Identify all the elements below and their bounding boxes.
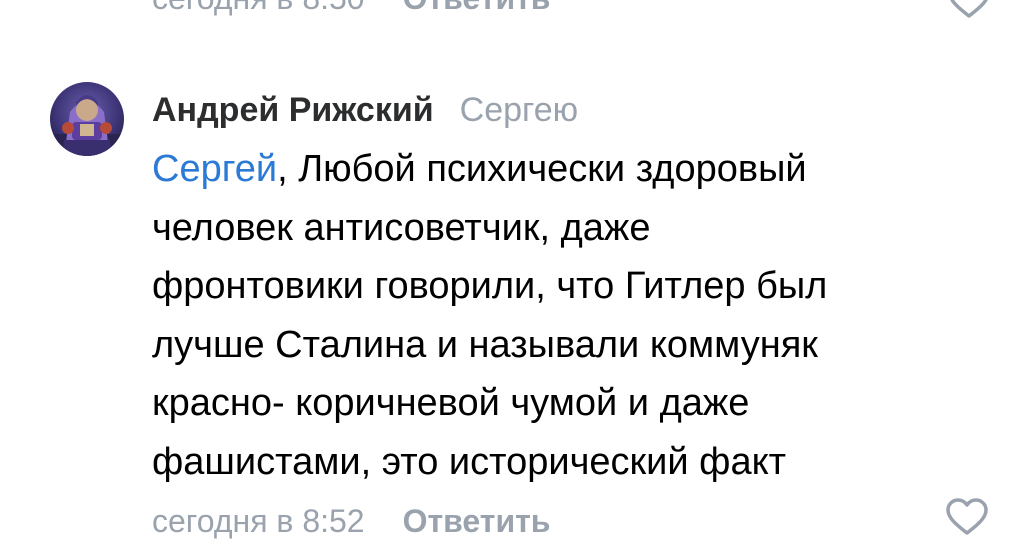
comment-line: человек антисоветчик, даже: [152, 206, 651, 249]
previous-reply-button[interactable]: Ответить: [403, 0, 551, 17]
comment-footer: сегодня в 8:52 Ответить: [152, 500, 550, 542]
comment-line-text: , Любой психически здоровый: [277, 148, 807, 190]
comment-time: сегодня в 8:52: [152, 502, 365, 539]
avatar[interactable]: [50, 82, 124, 156]
comment-line: красно- коричневой чумой и даже: [152, 382, 750, 424]
heart-icon: [950, 0, 988, 18]
heart-outline-icon: [946, 498, 988, 535]
comment-header: Андрей Рижский Сергею: [152, 88, 578, 132]
avatar-image: [50, 82, 124, 156]
comment-line: лучше Сталина и называли коммуняк: [152, 323, 818, 366]
author-name[interactable]: Андрей Рижский: [152, 91, 434, 130]
comment-line: фашистами, это исторический факт: [152, 440, 787, 483]
reply-to-label[interactable]: Сергею: [460, 91, 578, 130]
like-button[interactable]: [944, 496, 990, 540]
previous-like-button[interactable]: [946, 0, 992, 25]
mention-link[interactable]: Сергей: [152, 148, 277, 190]
comment-line: Сергей, Любой психически здоровый: [152, 140, 982, 199]
comment-line: фронтовики говорили, что Гитлер был: [152, 265, 828, 307]
previous-comment-footer: сегодня в 8:50 Ответить: [152, 0, 550, 18]
comment-text: Сергей, Любой психически здоровый челове…: [152, 140, 982, 491]
reply-button[interactable]: Ответить: [403, 503, 551, 540]
previous-comment-time: сегодня в 8:50: [152, 0, 365, 17]
